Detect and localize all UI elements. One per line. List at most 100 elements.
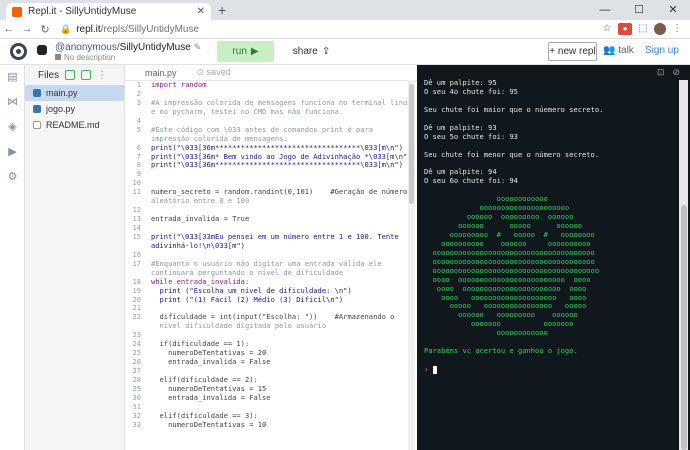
console-expand-icon[interactable]: ⊡ <box>657 67 665 78</box>
code-text[interactable]: adivinhá-lo!\n\033[m") <box>151 242 245 251</box>
editor-scrollbar[interactable] <box>408 80 415 450</box>
code-line[interactable]: 18 while entrada_invalida: <box>125 277 417 287</box>
code-text[interactable]: #Este código com \033 antes de comandos … <box>151 126 373 135</box>
new-repl-button[interactable]: + new repl <box>548 42 597 61</box>
code-text[interactable]: print("\033[36m* Bem vindo ao Jogo de Ad… <box>151 153 412 162</box>
code-line[interactable]: 29 numeroDeTentativas = 15 <box>125 384 417 394</box>
code-text[interactable]: numeroDeTentativas = 15 <box>151 385 266 394</box>
maximize-button[interactable]: ☐ <box>622 0 656 20</box>
editor-scrollbar-thumb[interactable] <box>409 84 414 204</box>
project-name[interactable]: SillyUntidyMuse <box>120 42 191 53</box>
code-line[interactable]: impressão colorida de mensagens. <box>125 135 417 144</box>
file-item-jogo[interactable]: jogo.py <box>25 101 124 117</box>
code-editor[interactable]: main.py ⊙ saved 1 import random 2 3 #A impre… <box>125 65 417 450</box>
file-item-readme[interactable]: README.md <box>25 117 124 133</box>
back-icon[interactable]: ← <box>0 23 18 35</box>
code-text[interactable]: #Enquanto o usuário não digitar uma entr… <box>151 260 382 269</box>
code-line[interactable]: 28 elif(dificuldade == 2): <box>125 375 417 385</box>
code-text[interactable]: dificuldade = int(input("Escolha: ")) #A… <box>151 313 395 322</box>
settings-icon[interactable]: ⚙ <box>0 165 25 190</box>
code-line[interactable]: 27 <box>125 366 417 376</box>
code-text[interactable]: continuará perguntando o nível de dificu… <box>151 269 343 278</box>
code-line[interactable]: 4 <box>125 116 417 126</box>
code-line[interactable]: 25 numeroDeTentativas = 20 <box>125 348 417 358</box>
code-line[interactable]: 32 elif(dificuldade == 3): <box>125 411 417 421</box>
close-tab-icon[interactable]: ✕ <box>197 6 205 17</box>
code-text[interactable]: print("\033[33mEu pensei em um número en… <box>151 233 399 242</box>
code-text[interactable]: entrada_invalida = False <box>151 358 271 367</box>
browser-tab[interactable]: Repl.it - SillyUntidyMuse ✕ <box>6 3 211 20</box>
code-text[interactable]: numero_secreto = random.randint(0,101) #… <box>151 188 407 197</box>
code-line[interactable]: aleatório entre 0 e 100 <box>125 197 417 206</box>
extension-icon[interactable]: ● <box>618 23 632 35</box>
code-text[interactable]: while entrada_invalida: <box>151 278 249 287</box>
new-folder-icon[interactable] <box>81 70 92 80</box>
code-line[interactable]: 24 if(dificuldade == 1): <box>125 339 417 349</box>
profile-avatar[interactable] <box>654 23 666 35</box>
code-text[interactable]: entrada_invalida = False <box>151 394 271 403</box>
code-line[interactable]: 8 print("\033[36m************************… <box>125 160 417 170</box>
code-line[interactable]: 6 print("\033[36m************************… <box>125 143 417 153</box>
code-text[interactable]: if(dificuldade == 1): <box>151 340 250 349</box>
code-line[interactable]: 12 <box>125 205 417 215</box>
code-line[interactable]: 11 numero_secreto = random.randint(0,101)… <box>125 187 417 197</box>
new-tab-button[interactable]: + <box>218 2 226 18</box>
debugger-icon[interactable]: ▶ <box>0 140 25 165</box>
code-line[interactable]: adivinhá-lo!\n\033[m") <box>125 242 417 251</box>
code-line[interactable]: nível dificuldade digitada pelo usuário <box>125 322 417 331</box>
star-icon[interactable]: ☆ <box>600 23 614 35</box>
code-line[interactable]: 3 #A impressão colorida de mensagens func… <box>125 98 417 108</box>
code-line[interactable]: 9 <box>125 169 417 179</box>
code-text[interactable]: e no pycharm, testei no CMD mas não func… <box>151 108 343 117</box>
code-text[interactable]: print ("(1) Fácil (2) Médio (3) Difícil\… <box>151 296 344 305</box>
menu-icon[interactable]: ⋮ <box>670 23 684 35</box>
replit-logo-icon[interactable] <box>10 43 27 60</box>
console-scrollbar[interactable] <box>679 80 688 450</box>
code-line[interactable]: 14 <box>125 223 417 233</box>
code-text[interactable]: print ("Escolha um nível de dificuldade:… <box>151 287 352 296</box>
code-line[interactable]: 30 entrada_invalida = False <box>125 393 417 403</box>
console-clear-icon[interactable]: ⊘ <box>672 67 680 78</box>
console-prompt[interactable]: › <box>424 365 688 374</box>
forward-icon[interactable]: → <box>18 23 36 35</box>
files-icon[interactable]: ▤ <box>0 65 25 90</box>
code-text[interactable]: #A impressão colorida de mensagens funci… <box>151 99 412 108</box>
code-line[interactable]: 1 import random <box>125 80 417 90</box>
code-line[interactable]: 7 print("\033[36m* Bem vindo ao Jogo de A… <box>125 152 417 162</box>
code-text[interactable]: numeroDeTentativas = 20 <box>151 349 266 358</box>
code-text[interactable]: numeroDeTentativas = 10 <box>151 421 266 430</box>
code-line[interactable]: 26 entrada_invalida = False <box>125 357 417 367</box>
tab-main-py[interactable]: main.py <box>125 68 197 78</box>
code-line[interactable]: continuará perguntando o nível de dificu… <box>125 269 417 278</box>
address-bar[interactable]: 🔒 repl.it/repls/SillyUntidyMuse <box>60 22 600 37</box>
console-scrollbar-thumb[interactable] <box>681 205 687 450</box>
puzzle-icon[interactable]: ⬚ <box>636 23 650 35</box>
code-line[interactable]: 10 <box>125 178 417 188</box>
code-text[interactable]: aleatório entre 0 e 100 <box>151 197 249 206</box>
console-panel[interactable]: ⊡ ⊘ Dê um palpite: 95 O seu 4o chute foi:… <box>417 65 690 450</box>
code-text[interactable]: import random <box>151 81 207 90</box>
code-line[interactable]: 17 #Enquanto o usuário não digitar uma en… <box>125 259 417 269</box>
packages-icon[interactable]: ◈ <box>0 115 25 140</box>
code-line[interactable]: 23 <box>125 330 417 340</box>
code-line[interactable]: 19 print ("Escolha um nível de dificulda… <box>125 286 417 296</box>
code-text[interactable]: print("\033[36m*************************… <box>151 144 403 153</box>
edit-icon[interactable]: ✎ <box>194 42 202 52</box>
minimize-button[interactable]: — <box>588 0 622 20</box>
reload-icon[interactable]: ↻ <box>36 23 54 36</box>
code-text[interactable]: impressão colorida de mensagens. <box>151 135 288 144</box>
file-item-main[interactable]: main.py <box>25 85 124 101</box>
code-line[interactable]: 33 numeroDeTentativas = 10 <box>125 420 417 430</box>
code-text[interactable]: entrada_invalida = True <box>151 215 249 224</box>
code-line[interactable]: 15 print("\033[33mEu pensei em um número … <box>125 232 417 242</box>
code-lines[interactable]: 1 import random 2 3 #A impressão colorida de… <box>125 80 417 430</box>
run-button[interactable]: run ▶ <box>217 41 274 62</box>
code-line[interactable]: 22 dificuldade = int(input("Escolha: "))… <box>125 312 417 322</box>
username-link[interactable]: @anonymous <box>55 42 117 53</box>
code-text[interactable]: print("\033[36m*************************… <box>151 161 403 170</box>
code-line[interactable]: 16 <box>125 250 417 260</box>
more-options-icon[interactable]: ⋮ <box>97 70 107 81</box>
code-line[interactable]: 13 entrada_invalida = True <box>125 214 417 224</box>
share-button[interactable]: share ⇪ <box>284 41 339 62</box>
code-line[interactable]: 5 #Este código com \033 antes de comandos… <box>125 125 417 135</box>
